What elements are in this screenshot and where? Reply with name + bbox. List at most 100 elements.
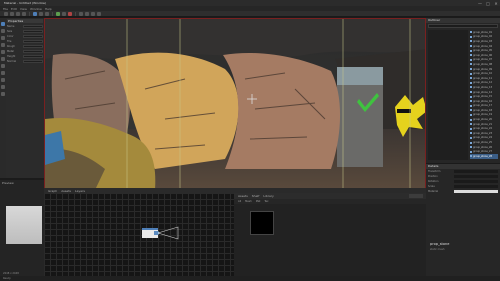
menu-window[interactable]: Window xyxy=(30,7,42,11)
mesh-icon xyxy=(470,127,472,130)
detail-label: Position xyxy=(428,175,438,178)
outliner-item-label: group_stone_20 xyxy=(473,118,493,122)
assets-options-button[interactable] xyxy=(409,194,423,198)
assets-tab[interactable]: Assets xyxy=(238,194,248,198)
minimize-button[interactable]: — xyxy=(476,1,484,6)
mask-icon[interactable] xyxy=(1,71,5,75)
preview-swatch xyxy=(6,206,42,244)
settings-icon[interactable] xyxy=(97,11,101,16)
prop-row: Metal xyxy=(7,49,43,53)
detail-field[interactable] xyxy=(454,175,498,178)
shelf-tab[interactable]: Shelf xyxy=(252,194,260,198)
tab-layers[interactable]: Layers xyxy=(75,189,85,193)
detail-field[interactable] xyxy=(454,185,498,188)
transform-icon[interactable] xyxy=(1,78,5,82)
filter-tex[interactable]: Tex xyxy=(264,200,268,203)
outliner-item-label: group_stone_02 xyxy=(473,35,493,39)
prop-row: Height xyxy=(7,54,43,58)
prop-field[interactable] xyxy=(23,29,43,33)
play-icon[interactable] xyxy=(56,11,60,16)
prop-field[interactable] xyxy=(23,34,43,38)
rotate-tool-icon[interactable] xyxy=(16,11,20,16)
outliner-item-label: group_stone_21 xyxy=(473,122,493,126)
outliner-item-label: group_stone_22 xyxy=(473,127,493,131)
stop-icon[interactable] xyxy=(68,11,72,16)
mesh-icon xyxy=(470,100,472,103)
outliner-item-label: group_stone_08 xyxy=(473,62,493,66)
prop-field[interactable] xyxy=(23,54,43,58)
filter-mat[interactable]: Mat xyxy=(256,200,261,203)
picker-icon[interactable] xyxy=(1,50,5,54)
eraser-icon[interactable] xyxy=(1,36,5,40)
details-rows: Transform Position Rotation Scale Material xyxy=(426,169,500,194)
assets-filters: All Mesh Mat Tex xyxy=(234,199,426,204)
outliner-item-label: group_stone_14 xyxy=(473,90,493,94)
grid-icon[interactable] xyxy=(39,11,43,16)
camera-icon[interactable] xyxy=(45,11,49,16)
pause-icon[interactable] xyxy=(62,11,66,16)
snap-icon[interactable] xyxy=(33,11,37,16)
3d-viewport[interactable] xyxy=(44,18,426,189)
outliner-item-label: group_stone_09 xyxy=(473,67,493,71)
detail-field[interactable] xyxy=(454,170,498,173)
clone-icon[interactable] xyxy=(1,64,5,68)
mesh-icon xyxy=(470,45,472,48)
node-graph[interactable] xyxy=(44,193,234,281)
outliner-item[interactable]: group_stone_28 xyxy=(470,154,498,159)
prop-label: Height xyxy=(7,54,16,58)
smudge-icon[interactable] xyxy=(1,57,5,61)
menu-view[interactable]: View xyxy=(20,7,27,11)
prop-label: Name xyxy=(7,24,15,28)
prop-field[interactable] xyxy=(23,59,43,63)
prop-row: Rough xyxy=(7,44,43,48)
outliner-item-label: group_stone_05 xyxy=(473,49,493,53)
hand-icon[interactable] xyxy=(1,92,5,96)
outliner-thumbnail-area xyxy=(428,30,468,160)
detail-field[interactable] xyxy=(454,180,498,183)
zoom-icon[interactable] xyxy=(1,85,5,89)
prop-field[interactable] xyxy=(23,49,43,53)
prop-field[interactable] xyxy=(23,24,43,28)
mesh-icon xyxy=(470,63,472,66)
paint-icon[interactable] xyxy=(85,11,89,16)
mesh-icon xyxy=(470,31,472,34)
outliner-item-label: group_stone_01 xyxy=(473,30,493,34)
fill-icon[interactable] xyxy=(1,43,5,47)
graph-canvas[interactable] xyxy=(44,193,234,281)
tab-assets[interactable]: Assets xyxy=(61,189,71,193)
menu-edit[interactable]: Edit xyxy=(11,7,17,11)
scale-tool-icon[interactable] xyxy=(22,11,26,16)
outliner-search-input[interactable] xyxy=(428,24,498,28)
prop-field[interactable] xyxy=(23,44,43,48)
move-tool-icon[interactable] xyxy=(10,11,14,16)
outliner-item-label: group_stone_25 xyxy=(473,141,493,145)
node-port-icon[interactable] xyxy=(154,231,158,235)
assets-panel: Assets Shelf Library All Mesh Mat Tex xyxy=(234,193,426,281)
outliner-item-label: group_stone_15 xyxy=(473,95,493,99)
brush-icon[interactable] xyxy=(1,29,5,33)
filter-mesh[interactable]: Mesh xyxy=(245,200,252,203)
outliner-item-label: group_stone_11 xyxy=(473,76,493,80)
select-icon[interactable] xyxy=(1,22,5,26)
close-button[interactable]: ✕ xyxy=(492,1,500,6)
detail-field[interactable] xyxy=(454,190,498,193)
outliner-item-label: group_stone_07 xyxy=(473,58,493,62)
filter-all[interactable]: All xyxy=(238,200,241,203)
outliner-list: group_stone_01 group_stone_02 group_stone_… xyxy=(470,30,498,159)
outliner-item-label: group_stone_28 xyxy=(473,154,493,158)
tab-graph[interactable]: Graph xyxy=(48,189,57,193)
layers-icon[interactable] xyxy=(91,11,95,16)
maximize-button[interactable]: □ xyxy=(484,1,492,6)
mesh-icon xyxy=(470,49,472,52)
prop-field[interactable] xyxy=(23,39,43,43)
menu-help[interactable]: Help xyxy=(45,7,52,11)
light-icon[interactable] xyxy=(79,11,83,16)
mesh-icon xyxy=(470,58,472,61)
mesh-icon xyxy=(470,109,472,112)
library-tab[interactable]: Library xyxy=(263,194,274,198)
toolbar-divider xyxy=(52,11,53,16)
viewport-scene[interactable] xyxy=(45,19,426,189)
menu-file[interactable]: File xyxy=(3,7,8,11)
select-tool-icon[interactable] xyxy=(4,11,8,16)
asset-thumbnail[interactable] xyxy=(250,211,274,235)
